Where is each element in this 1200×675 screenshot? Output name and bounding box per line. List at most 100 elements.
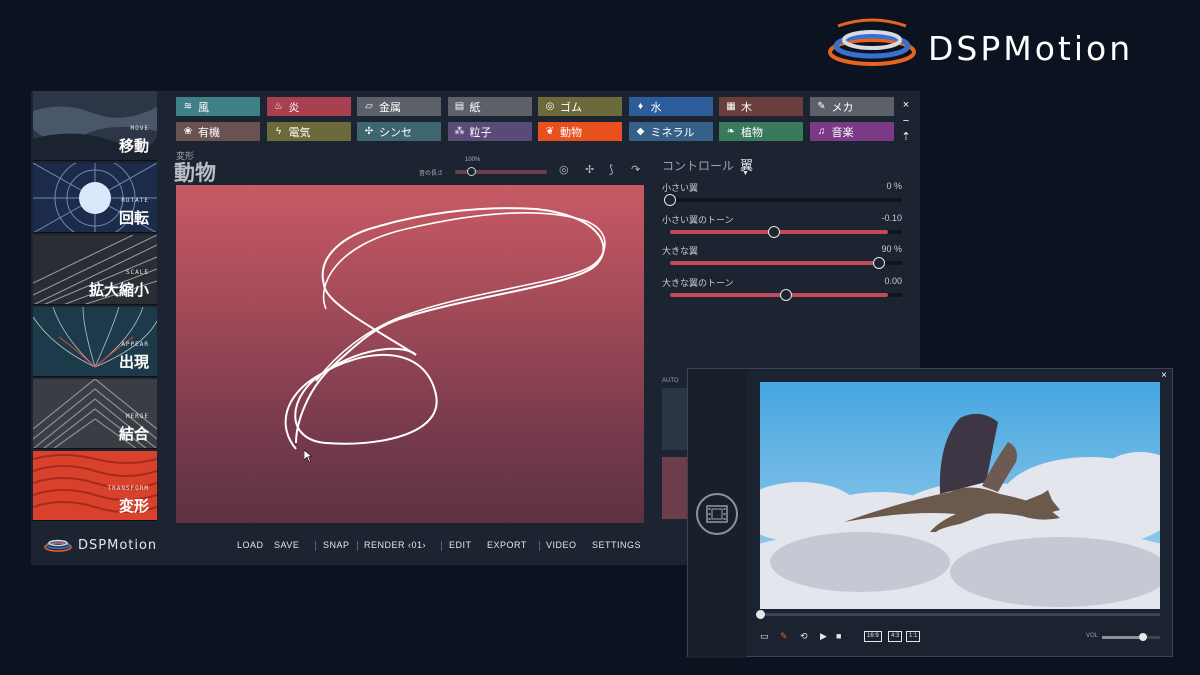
loop-icon[interactable]: ◎	[559, 163, 569, 176]
sidebar-item-rotate[interactable]: ROTATE 回転	[33, 163, 157, 233]
dspmotion-logo-icon	[44, 539, 72, 552]
category-button[interactable]: ◎ ゴム	[538, 97, 622, 116]
slider-track[interactable]	[664, 194, 902, 206]
menu-item[interactable]: VIDEO	[546, 540, 577, 550]
category-button[interactable]: ♦ 水	[628, 97, 713, 116]
film-icon[interactable]	[696, 493, 738, 535]
category-label: 紙	[469, 101, 481, 114]
category-button[interactable]: ▱ 金属	[357, 97, 441, 116]
category-button[interactable]: ▤ 紙	[447, 97, 532, 116]
menu-item[interactable]: EDIT	[449, 540, 472, 550]
volume-fill	[1102, 636, 1143, 639]
category-button[interactable]: ♫ 音楽	[809, 122, 894, 141]
category-button[interactable]: ❀ 有機	[176, 122, 260, 141]
category-label: シンセ	[379, 126, 412, 139]
ratio-16-9-button[interactable]: 16:9	[864, 631, 882, 642]
slider-knob[interactable]	[780, 288, 792, 301]
brand-header: DSPMotion	[820, 16, 1180, 78]
window-controls: × − ⇡	[899, 97, 913, 145]
category-button[interactable]: ≋ 風	[176, 97, 260, 116]
loop-icon[interactable]: ⟲	[800, 631, 808, 642]
sound-length-knob[interactable]	[467, 167, 476, 176]
category-button[interactable]: ▦ 木	[719, 97, 803, 116]
category-button[interactable]: ✣ シンセ	[357, 122, 441, 141]
slider-knob[interactable]	[768, 225, 781, 238]
category-button[interactable]: ♨ 炎	[266, 97, 351, 116]
synth-icon: ✣	[364, 126, 374, 137]
anchor-icon[interactable]: ✢	[585, 163, 594, 176]
menu-item[interactable]: LOAD	[237, 540, 264, 550]
control-slider[interactable]: 小さい翼のトーン -0.10	[662, 213, 906, 241]
water-icon: ♦	[637, 101, 644, 112]
video-frame[interactable]	[760, 382, 1160, 609]
category-label: 植物	[741, 126, 763, 139]
menu-separator	[441, 541, 442, 551]
category-label: 有機	[198, 126, 220, 139]
category-button[interactable]: ✎ メカ	[809, 97, 894, 116]
metal-icon: ▱	[365, 101, 373, 112]
music-icon: ♫	[817, 126, 826, 137]
pin-icon[interactable]: ⇡	[899, 129, 913, 145]
menu-item[interactable]: RENDER ‹01›	[364, 540, 426, 550]
sidebar-item-move[interactable]: MOVE 移動	[33, 91, 157, 161]
category-button[interactable]: ⁂ 粒子	[447, 122, 532, 141]
category-label: メカ	[831, 101, 854, 114]
slider-value: -0.10	[881, 212, 902, 223]
category-button[interactable]: ◆ ミネラル	[628, 122, 713, 141]
film-strip-icon[interactable]: ▭	[760, 631, 769, 642]
stop-icon[interactable]: ■	[836, 631, 841, 641]
volume-knob[interactable]	[1138, 633, 1147, 641]
sound-length-label: 音の長さ	[419, 171, 444, 177]
ratio-4-3-button[interactable]: 4:3	[888, 631, 903, 642]
chevron-down-icon[interactable]: ▼	[742, 170, 749, 177]
slider-knob[interactable]	[664, 194, 676, 206]
slider-track[interactable]	[670, 225, 902, 238]
sidebar-item-merge[interactable]: MERGE 結合	[33, 379, 157, 449]
video-progress-bar[interactable]	[756, 610, 1160, 619]
category-button[interactable]: ϟ 電気	[266, 122, 351, 141]
menu-item[interactable]: SETTINGS	[592, 540, 641, 550]
edit-icon[interactable]: ✎	[780, 631, 788, 642]
curve-icon[interactable]: ↷	[631, 163, 640, 176]
control-slider[interactable]: 大きな翼のトーン 0.00	[662, 276, 906, 304]
menu-item[interactable]: SNAP	[323, 540, 350, 550]
bracket-icon[interactable]: ⟆	[609, 163, 613, 176]
category-label: ゴム	[560, 101, 582, 114]
sidebar-item-appear[interactable]: APPEAR 出現	[33, 307, 157, 377]
category-label: 金属	[379, 101, 401, 114]
close-icon[interactable]: ×	[1161, 370, 1167, 381]
dspmotion-logo-icon	[828, 18, 916, 66]
category-label: 木	[741, 101, 752, 114]
category-button[interactable]: ❦ 動物	[538, 122, 622, 141]
play-icon[interactable]: ▶	[820, 631, 827, 642]
slider-track[interactable]	[670, 288, 902, 301]
slider-label: 大きな翼	[662, 246, 699, 256]
menu-separator	[539, 541, 540, 551]
category-button[interactable]: ❧ 植物	[719, 122, 803, 141]
slider-track[interactable]	[670, 257, 902, 269]
slider-label: 小さい翼のトーン	[662, 214, 734, 225]
sidebar-item-transform[interactable]: TRANSFORM 変形	[33, 451, 157, 521]
control-slider[interactable]: 大きな翼 90 %	[662, 244, 906, 272]
menu-item[interactable]: SAVE	[274, 540, 299, 550]
menu-separator	[357, 541, 358, 551]
control-slider[interactable]: 小さい翼 0 %	[662, 181, 906, 209]
category-label: ミネラル	[650, 126, 695, 139]
category-label: 粒子	[469, 126, 492, 139]
control-title: コントロール	[662, 159, 735, 173]
tool-icons: ◎ ✢ ⟆ ↷	[559, 163, 649, 179]
slider-value: 90 %	[881, 244, 902, 254]
progress-knob[interactable]	[756, 610, 765, 619]
dragon-scene	[760, 382, 1160, 609]
slider-value: 0.00	[884, 275, 902, 286]
drawing-canvas[interactable]	[176, 185, 644, 523]
ratio-1-1-button[interactable]: 1:1	[906, 631, 921, 642]
sidebar-item-scale[interactable]: SCALE 拡大縮小	[33, 235, 157, 305]
minimize-icon[interactable]: −	[899, 113, 913, 129]
close-icon[interactable]: ×	[899, 97, 913, 113]
volume-slider[interactable]	[1102, 633, 1160, 641]
wind-icon: ≋	[183, 101, 193, 112]
slider-knob[interactable]	[872, 257, 885, 269]
category-label: 電気	[288, 126, 311, 139]
menu-item[interactable]: EXPORT	[487, 540, 527, 550]
